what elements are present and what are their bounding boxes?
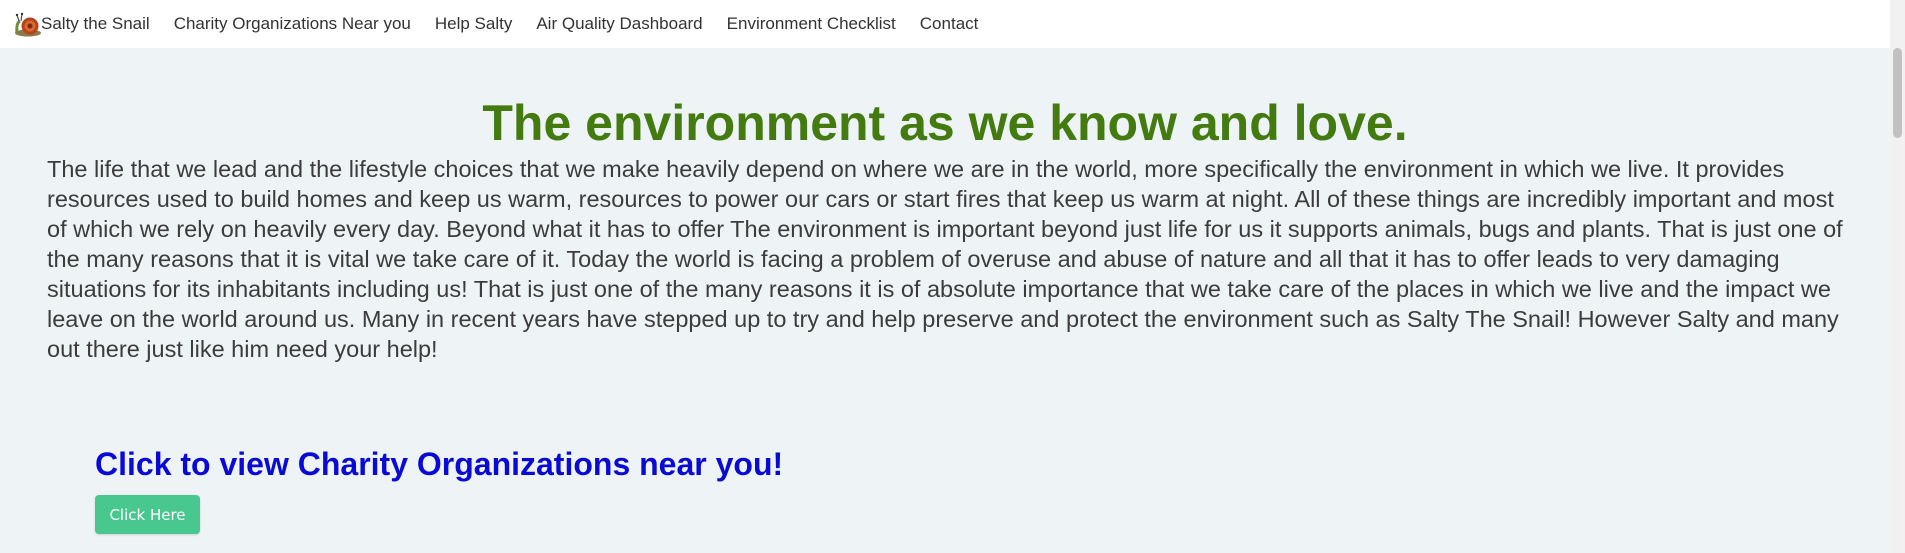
nav-link-charity-organizations[interactable]: Charity Organizations Near you [174,14,411,34]
nav-link-environment-checklist[interactable]: Environment Checklist [727,14,896,34]
snail-icon [15,12,41,37]
nav-links: Charity Organizations Near you Help Salt… [174,14,1003,34]
brand-link[interactable]: Salty the Snail [13,9,150,39]
intro-paragraph: The life that we lead and the lifestyle … [47,156,1843,362]
vertical-scrollbar[interactable] [1890,0,1905,553]
click-here-button[interactable]: Click Here [95,495,200,534]
nav-link-air-quality-dashboard[interactable]: Air Quality Dashboard [536,14,702,34]
page-title: The environment as we know and love. [482,95,1408,151]
brand-name: Salty the Snail [41,14,150,33]
navbar: Salty the Snail Charity Organizations Ne… [0,0,1890,48]
nav-link-help-salty[interactable]: Help Salty [435,14,512,34]
scrollbar-thumb[interactable] [1893,48,1902,138]
nav-link-contact[interactable]: Contact [920,14,979,34]
charity-cta-heading: Click to view Charity Organizations near… [95,446,784,482]
